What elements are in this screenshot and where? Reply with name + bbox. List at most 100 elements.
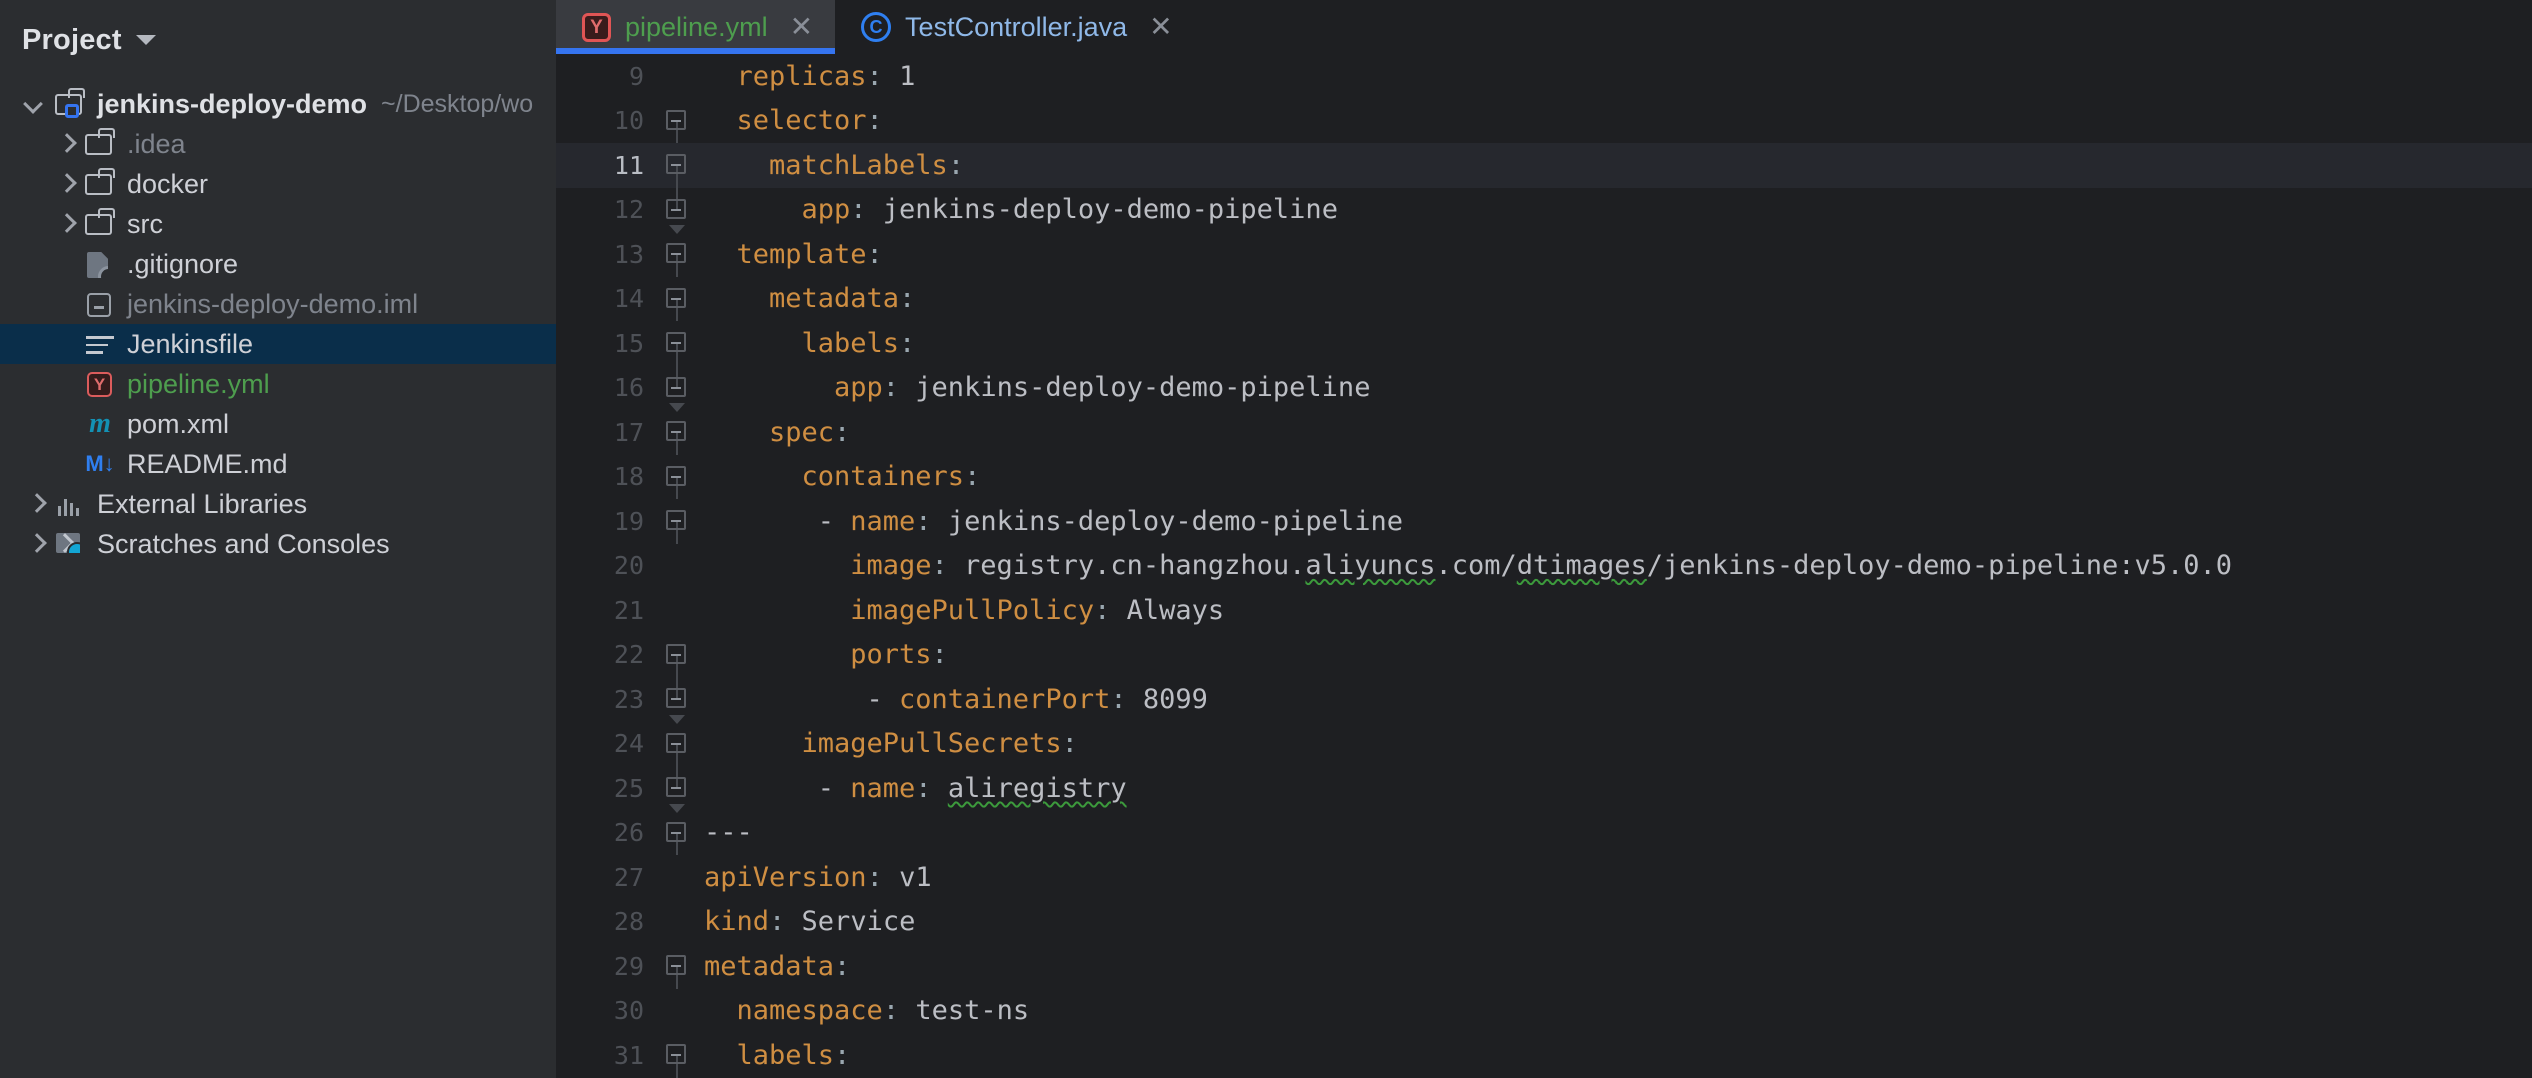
line-number: 22 [613,640,644,670]
code-token: : [866,861,900,893]
code-line[interactable]: 24 imagePullSecrets: [556,722,2532,766]
code-token: : [882,995,916,1027]
code-fold-marker[interactable] [656,455,698,499]
tree-item-readme-md[interactable]: M↓ README.md [0,444,556,484]
code-fold-marker[interactable] [656,900,698,945]
code-token: : [964,461,981,493]
code-line[interactable]: 30 namespace: test-ns [556,989,2532,1034]
code-token: registry.cn-hangzhou. [964,550,1306,582]
code-line[interactable]: 12 app: jenkins-deploy-demo-pipeline [556,187,2532,234]
code-fold-marker[interactable] [656,143,698,188]
code-line-text: apiVersion: v1 [698,862,2532,893]
code-token: Always [1126,594,1225,626]
line-number: 20 [613,551,644,581]
code-fold-marker[interactable] [656,588,698,633]
tree-item-jenkinsfile[interactable]: Jenkinsfile [0,324,556,364]
tree-toggle-collapsed-icon[interactable] [22,484,52,524]
code-line-text: template: [698,239,2532,270]
tree-toggle-collapsed-icon[interactable] [52,164,82,204]
close-icon[interactable]: ✕ [1149,13,1172,41]
code-line-text: image: registry.cn-hangzhou.aliyuncs.com… [698,550,2532,581]
tree-arrow-placeholder [52,284,82,324]
line-number: 15 [613,328,644,358]
code-line[interactable]: 26 --- [556,811,2532,855]
code-token: : [915,505,948,537]
code-fold-marker[interactable] [656,54,698,99]
code-line[interactable]: 9 replicas: 1 [556,54,2532,99]
code-token: labels [801,327,900,359]
line-number: 12 [613,195,644,225]
code-fold-marker[interactable] [656,766,698,813]
code-token: test-ns [915,995,1030,1027]
iml-file-icon [87,293,111,317]
line-number: 9 [628,61,644,91]
code-fold-marker[interactable] [656,99,698,143]
code-fold-marker[interactable] [656,365,698,412]
tree-item-jenkins-deploy-demo-iml[interactable]: jenkins-deploy-demo.iml [0,284,556,324]
code-line[interactable]: 20 image: registry.cn-hangzhou.aliyuncs.c… [556,544,2532,589]
tree-item-jenkins-deploy-demo[interactable]: jenkins-deploy-demo ~/Desktop/wo [0,84,556,124]
code-line[interactable]: 16 app: jenkins-deploy-demo-pipeline [556,365,2532,412]
code-editor[interactable]: 9 replicas: 1 10 selector: 11 matchLabels: 12 a… [556,54,2532,1078]
code-line-text: - containerPort: 8099 [698,684,2532,715]
code-token: : [1094,594,1127,626]
code-line[interactable]: 21 imagePullPolicy: Always [556,588,2532,633]
code-line[interactable]: 10 selector: [556,99,2532,143]
code-fold-marker[interactable] [656,677,698,724]
close-icon[interactable]: ✕ [790,13,813,41]
code-line[interactable]: 13 template: [556,232,2532,277]
editor-tab-pipeline-yml[interactable]: Ypipeline.yml ✕ [556,0,836,54]
code-line[interactable]: 25 - name: aliregistry [556,766,2532,813]
code-fold-marker[interactable] [656,410,698,455]
code-line[interactable]: 23 - containerPort: 8099 [556,677,2532,724]
code-line[interactable]: 22 ports: [556,633,2532,677]
tree-item-external-libraries[interactable]: External Libraries [0,484,556,524]
code-line[interactable]: 19 - name: jenkins-deploy-demo-pipeline [556,499,2532,544]
tree-toggle-collapsed-icon[interactable] [52,204,82,244]
code-fold-marker[interactable] [656,321,698,366]
code-token: jenkins-deploy-demo-pipeline [882,194,1338,226]
editor-tab-testcontroller-java[interactable]: C TestController.java ✕ [835,0,1195,54]
code-fold-marker[interactable] [656,232,698,277]
code-line[interactable]: 15 labels: [556,321,2532,366]
code-fold-marker[interactable] [656,722,698,766]
code-fold-marker[interactable] [656,855,698,900]
code-fold-marker[interactable] [656,989,698,1034]
tree-item-scratches-and-consoles[interactable]: Scratches and Consoles [0,524,556,564]
code-fold-marker[interactable] [656,187,698,234]
code-token: app [801,194,851,226]
tree-toggle-collapsed-icon[interactable] [52,124,82,164]
tree-item-idea[interactable]: .idea [0,124,556,164]
code-fold-marker[interactable] [656,277,698,321]
code-line[interactable]: 31 labels: [556,1033,2532,1078]
code-fold-marker[interactable] [656,811,698,855]
code-line-text: metadata: [698,951,2532,982]
code-line[interactable]: 14 metadata: [556,277,2532,321]
code-token: image [850,550,932,582]
code-fold-marker[interactable] [656,544,698,589]
code-line[interactable]: 11 matchLabels: [556,143,2532,188]
code-token: aliyuncs [1305,550,1436,582]
code-fold-marker[interactable] [656,499,698,544]
tree-item-pipeline-yml[interactable]: Ypipeline.yml [0,364,556,404]
line-number: 23 [613,684,644,714]
tree-toggle-collapsed-icon[interactable] [22,524,52,564]
code-line[interactable]: 28 kind: Service [556,900,2532,945]
code-token: app [834,372,883,404]
project-panel-header[interactable]: Project [0,0,556,80]
tree-item-pom-xml[interactable]: m pom.xml [0,404,556,444]
tree-item-path-hint: ~/Desktop/wo [381,89,534,118]
code-line[interactable]: 18 containers: [556,455,2532,499]
line-number: 21 [613,595,644,625]
tree-item-gitignore[interactable]: .gitignore [0,244,556,284]
code-line[interactable]: 27 apiVersion: v1 [556,855,2532,900]
code-line[interactable]: 29 metadata: [556,944,2532,989]
chevron-down-icon[interactable] [135,35,156,45]
code-fold-marker[interactable] [656,633,698,677]
code-line[interactable]: 17 spec: [556,410,2532,455]
tree-item-src[interactable]: src [0,204,556,244]
code-fold-marker[interactable] [656,944,698,989]
tree-toggle-expanded-icon[interactable] [22,84,52,124]
tree-item-docker[interactable]: docker [0,164,556,204]
code-fold-marker[interactable] [656,1033,698,1078]
